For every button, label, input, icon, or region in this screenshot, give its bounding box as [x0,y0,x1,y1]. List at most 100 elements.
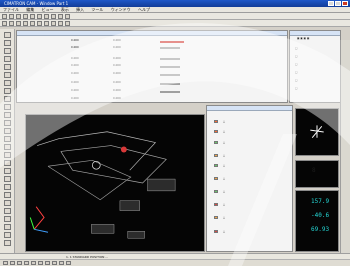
task-icon[interactable] [31,261,36,265]
3d-viewport[interactable] [25,114,205,252]
tool-icon[interactable] [4,40,11,46]
task-icon[interactable] [45,261,50,265]
readout-1: 157.9 [311,198,330,205]
maximize-button[interactable] [335,1,341,6]
status-icon [214,190,218,193]
tool-icon[interactable] [4,48,11,54]
minimize-button[interactable] [328,1,334,6]
tree-item[interactable]: □ [295,71,297,74]
menu-file[interactable]: ファイル [0,7,22,12]
toolbar-icon[interactable] [9,14,14,19]
menu-insert[interactable]: 挿入 [73,7,87,12]
task-icon[interactable] [3,261,8,265]
menu-tools[interactable]: ツール [88,7,106,12]
status-icon [214,130,218,133]
tool-icon[interactable] [4,224,11,230]
task-icon[interactable] [10,261,15,265]
tool-icon[interactable] [4,96,11,102]
list-item[interactable]: △ [223,203,225,206]
list-item[interactable]: △ [223,154,225,157]
tool-icon[interactable] [4,216,11,222]
toolbar-icon[interactable] [16,14,21,19]
list-item[interactable]: △ [223,190,225,193]
tool-icon[interactable] [4,144,11,150]
task-icon[interactable] [24,261,29,265]
task-icon[interactable] [17,261,22,265]
list-item[interactable]: △ [223,216,225,219]
toolbar-icon[interactable] [9,21,14,26]
tool-icon[interactable] [4,192,11,198]
tool-icon[interactable] [4,160,11,166]
tool-icon[interactable] [4,32,11,38]
tool-icon[interactable] [4,80,11,86]
tool-icon[interactable] [4,120,11,126]
tree-item[interactable]: □ [295,55,297,58]
table-value: 0.000 [113,63,121,67]
tree-item[interactable]: ▣ ▣ ▣ ▣ [297,37,309,40]
tool-icon[interactable] [4,168,11,174]
tool-icon[interactable] [4,232,11,238]
gray-progress-bar [160,74,180,76]
menu-view[interactable]: ビュー [39,7,57,12]
toolbar-icon[interactable] [65,21,70,26]
toolbar-icon[interactable] [30,21,35,26]
table-value: 0.000 [71,45,79,49]
tool-icon[interactable] [4,88,11,94]
tool-icon[interactable] [4,184,11,190]
tree-item[interactable]: □ [295,47,297,50]
tool-icon[interactable] [4,64,11,70]
task-icon[interactable] [59,261,64,265]
menu-display[interactable]: 表示 [58,7,72,12]
toolbar-icon[interactable] [44,14,49,19]
tool-icon[interactable] [4,56,11,62]
toolbar-icon[interactable] [2,14,7,19]
list-item[interactable]: △ [223,177,225,180]
toolbar-icon[interactable] [37,21,42,26]
toolbar-icon[interactable] [37,14,42,19]
tool-icon[interactable] [4,208,11,214]
table-value: 0.000 [113,38,121,42]
operation-list: △ △ △ △ △ △ △ △ △ △ [206,105,293,252]
tool-icon[interactable] [4,152,11,158]
list-item[interactable]: △ [223,130,225,133]
task-icon[interactable] [38,261,43,265]
window-controls [328,1,348,6]
numeric-readout: 157.9 -40.6 69.93 [295,190,339,252]
toolbar-icon[interactable] [58,21,63,26]
toolbar-icon[interactable] [51,21,56,26]
toolbar-icon[interactable] [51,14,56,19]
table-value: 0.000 [71,96,79,100]
toolbar-icon[interactable] [23,14,28,19]
status-icon [214,230,218,233]
tool-icon[interactable] [4,176,11,182]
list-item[interactable]: △ [223,164,225,167]
list-item[interactable]: △ [223,141,225,144]
tool-icon[interactable] [4,112,11,118]
tool-icon[interactable] [4,104,11,110]
tree-item[interactable]: □ [295,87,297,90]
toolbar-icon[interactable] [2,21,7,26]
tree-item[interactable]: □ [295,79,297,82]
menu-help[interactable]: ヘルプ [135,7,153,12]
tree-item[interactable]: □ [295,63,297,66]
toolbar-icon[interactable] [23,21,28,26]
tool-icon[interactable] [4,240,11,246]
toolbar-icon[interactable] [16,21,21,26]
close-button[interactable] [342,1,348,6]
right-scrollbar[interactable] [340,40,350,259]
tool-icon[interactable] [4,200,11,206]
task-icon[interactable] [66,261,71,265]
list-item[interactable]: △ [223,120,225,123]
toolbar-icon[interactable] [65,14,70,19]
task-icon[interactable] [52,261,57,265]
toolbar-icon[interactable] [44,21,49,26]
tool-icon[interactable] [4,128,11,134]
gray-progress-bar [160,91,180,93]
menu-edit[interactable]: 編集 [23,7,37,12]
toolbar-icon[interactable] [58,14,63,19]
menu-window[interactable]: ウィンドウ [108,7,134,12]
list-item[interactable]: △ [223,230,225,233]
toolbar-icon[interactable] [30,14,35,19]
tool-icon[interactable] [4,72,11,78]
tool-icon[interactable] [4,136,11,142]
